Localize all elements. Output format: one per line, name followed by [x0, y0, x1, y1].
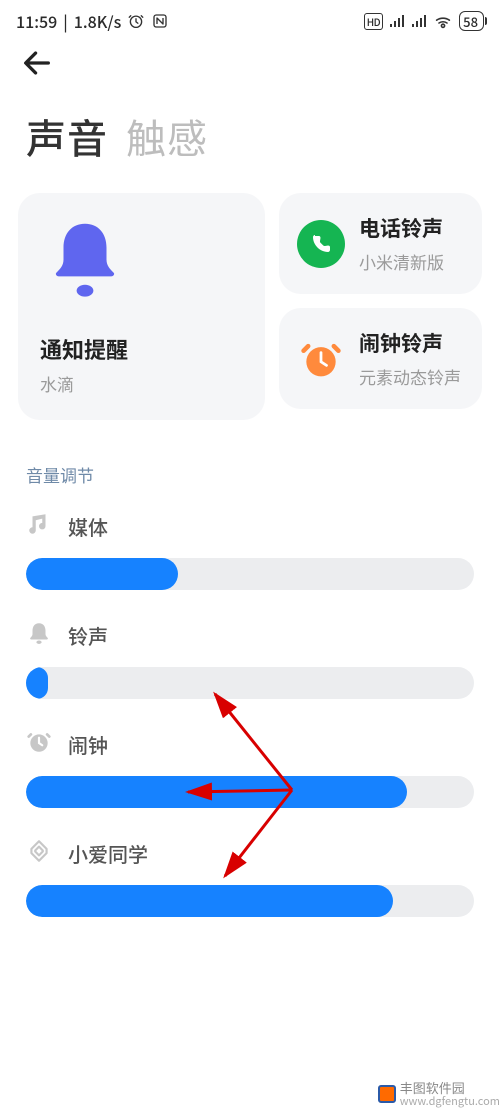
status-time: 11:59	[16, 9, 57, 33]
xiaoai-icon	[26, 838, 52, 869]
card-call-ringtone[interactable]: 电话铃声 小米清新版	[279, 193, 482, 294]
signal-icon-2	[411, 14, 427, 28]
title-tabs: 声音 触感	[0, 85, 500, 193]
tab-sound[interactable]: 声音	[26, 107, 108, 165]
volume-media: 媒体	[0, 501, 500, 590]
status-net-speed: 1.8K/s	[74, 9, 122, 33]
card-notification-title: 通知提醒	[40, 333, 243, 365]
card-notification-sub: 水滴	[40, 371, 243, 396]
card-call-sub: 小米清新版	[359, 249, 444, 274]
back-button[interactable]	[20, 61, 54, 85]
bell-small-icon	[26, 620, 52, 651]
battery-icon: 58	[459, 11, 484, 31]
slider-media[interactable]	[26, 558, 474, 590]
watermark-text-2: www.dgfengtu.com	[400, 1095, 500, 1107]
battery-level: 58	[463, 12, 478, 31]
alarm-clock-icon	[297, 335, 345, 383]
card-alarm-ringtone[interactable]: 闹钟铃声 元素动态铃声	[279, 308, 482, 409]
slider-ring[interactable]	[26, 667, 474, 699]
bell-icon	[40, 217, 130, 307]
hd-icon: HD	[364, 13, 383, 30]
status-bar: 11:59 | 1.8K/s HD 58	[0, 0, 500, 36]
wifi-icon	[433, 13, 453, 29]
card-call-title: 电话铃声	[359, 213, 444, 243]
watermark-logo-icon	[378, 1085, 396, 1103]
volume-ring-label: 铃声	[68, 621, 108, 650]
signal-icon-1	[389, 14, 405, 28]
alarm-icon	[127, 12, 145, 30]
volume-ring: 铃声	[0, 590, 500, 699]
volume-alarm-label: 闹钟	[68, 730, 108, 759]
volume-media-label: 媒体	[68, 512, 108, 541]
alarm-small-icon	[26, 729, 52, 760]
phone-icon	[297, 220, 345, 268]
card-notification[interactable]: 通知提醒 水滴	[18, 193, 265, 420]
nfc-icon	[151, 12, 169, 30]
music-icon	[26, 511, 52, 542]
slider-xiaoai[interactable]	[26, 885, 474, 917]
slider-alarm[interactable]	[26, 776, 474, 808]
volume-xiaoai-label: 小爱同学	[68, 839, 148, 868]
volume-xiaoai: 小爱同学	[0, 808, 500, 917]
section-volume-label: 音量调节	[0, 420, 500, 501]
watermark: 丰图软件园 www.dgfengtu.com	[378, 1081, 500, 1107]
status-sep: |	[63, 9, 68, 33]
volume-alarm: 闹钟	[0, 699, 500, 808]
card-alarm-sub: 元素动态铃声	[359, 364, 461, 389]
tab-haptics[interactable]: 触感	[126, 107, 208, 165]
card-alarm-title: 闹钟铃声	[359, 328, 461, 358]
